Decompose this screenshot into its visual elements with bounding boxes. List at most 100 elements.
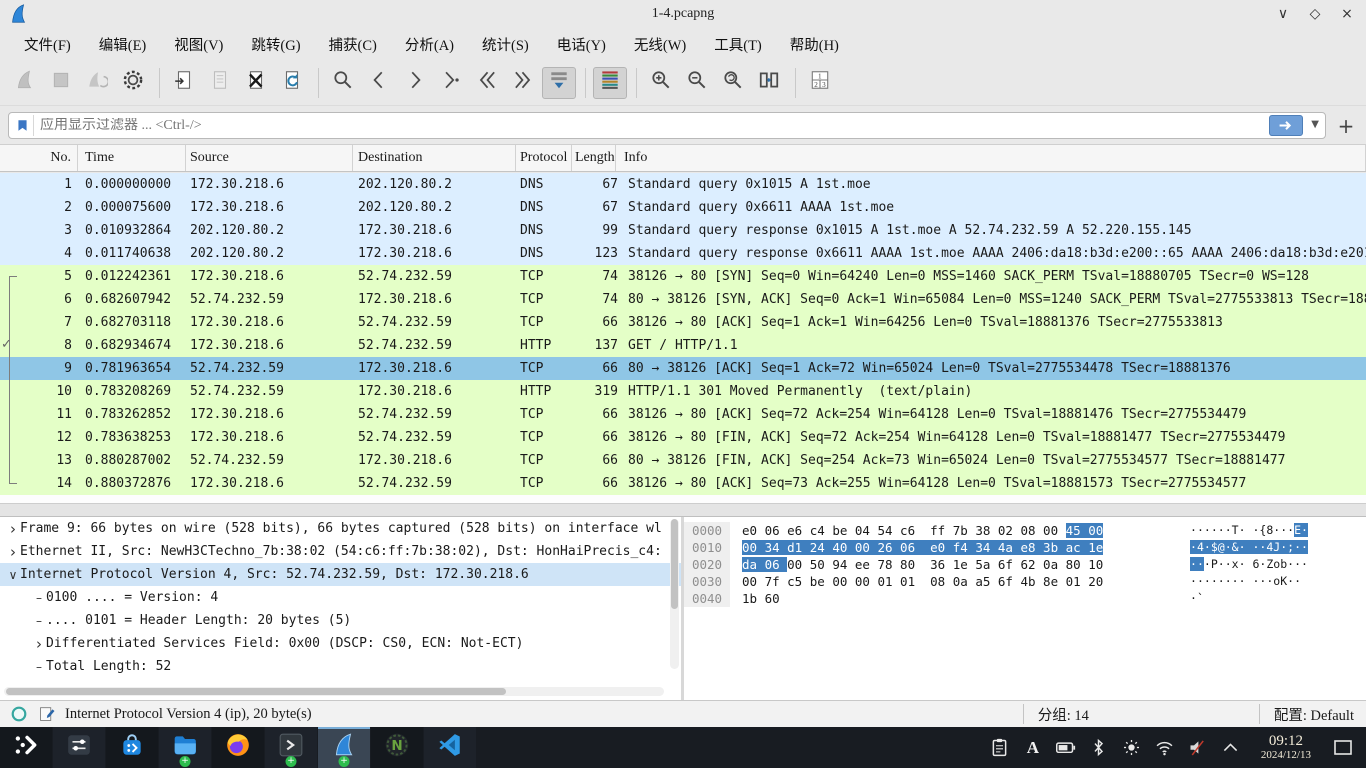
packet-row[interactable]: 90.78196365452.74.232.59172.30.218.6TCP6… [0, 357, 1366, 380]
horizontal-splitter[interactable] [0, 503, 1366, 517]
ascii-char[interactable]: · [1225, 523, 1232, 537]
column-header-protocol[interactable]: Protocol [516, 145, 572, 171]
packet-row[interactable]: 20.000075600172.30.218.6202.120.80.2DNS6… [0, 196, 1366, 219]
hex-byte[interactable]: 34 [765, 540, 788, 555]
hex-byte[interactable]: 04 [855, 523, 878, 538]
ascii-char[interactable]: · [1197, 574, 1204, 588]
packet-row[interactable]: 110.783262852172.30.218.652.74.232.59TCP… [0, 403, 1366, 426]
ascii-char[interactable]: · [1190, 540, 1197, 554]
taskbar-file-manager[interactable]: + [159, 727, 211, 768]
hex-byte[interactable]: 80 [1066, 557, 1089, 572]
hex-byte[interactable]: ac [1066, 540, 1089, 555]
hex-byte[interactable]: 06 [765, 523, 788, 538]
ascii-char[interactable]: · [1239, 523, 1246, 537]
menu-wireless[interactable]: 无线(W) [622, 30, 698, 59]
ascii-char[interactable]: · [1197, 557, 1204, 571]
hex-row[interactable]: 001000 34 d1 24 40 00 26 06 e0 f4 34 4a … [684, 539, 1366, 556]
packet-row[interactable]: 130.88028700252.74.232.59172.30.218.6TCP… [0, 449, 1366, 472]
hex-byte[interactable]: 10 [1088, 557, 1103, 572]
menu-telephony[interactable]: 电话(Y) [545, 30, 618, 59]
tray-volume-muted-icon[interactable] [1185, 735, 1211, 761]
hex-byte[interactable]: 4a [998, 540, 1021, 555]
menu-statistics[interactable]: 统计(S) [470, 30, 541, 59]
menu-capture[interactable]: 捕获(C) [317, 30, 389, 59]
column-header-destination[interactable]: Destination [353, 145, 516, 171]
hex-byte[interactable]: 62 [1020, 557, 1043, 572]
hex-byte[interactable]: 4b [1020, 574, 1043, 589]
ascii-char[interactable]: · [1190, 523, 1197, 537]
hex-byte[interactable]: 08 [930, 574, 953, 589]
hex-byte[interactable]: 00 [742, 574, 765, 589]
taskbar-firefox[interactable] [212, 727, 264, 768]
filter-dropdown-caret[interactable]: ▼ [1311, 119, 1319, 130]
hex-byte[interactable]: 5a [975, 557, 998, 572]
column-header-source[interactable]: Source [186, 145, 353, 171]
ascii-char[interactable]: · [1204, 574, 1211, 588]
resize-columns-button[interactable] [752, 67, 786, 99]
expander-open-icon[interactable]: ∨ [6, 568, 20, 582]
hex-byte[interactable]: 8e [1043, 574, 1066, 589]
tray-brightness-icon[interactable] [1119, 735, 1145, 761]
packet-row[interactable]: 30.010932864202.120.80.2172.30.218.6DNS9… [0, 219, 1366, 242]
hex-byte[interactable]: 50 [810, 557, 833, 572]
capture-comment-icon[interactable] [38, 706, 55, 723]
details-horizontal-scrollbar[interactable] [4, 687, 664, 696]
hex-byte[interactable]: 34 [975, 540, 998, 555]
hex-byte[interactable]: 6f [998, 574, 1021, 589]
ascii-char[interactable]: $ [1211, 540, 1218, 554]
hex-byte[interactable]: 20 [1088, 574, 1103, 589]
hex-byte[interactable]: 60 [765, 591, 788, 606]
taskbar-app-store[interactable] [106, 727, 158, 768]
packet-row[interactable]: 40.011740638202.120.80.2172.30.218.6DNS1… [0, 242, 1366, 265]
hex-byte[interactable]: 26 [877, 540, 900, 555]
column-header-no[interactable]: No. [0, 145, 78, 171]
hex-byte[interactable]: be [832, 523, 855, 538]
go-last-packet-button[interactable] [506, 67, 540, 99]
hex-byte[interactable]: e0 [930, 540, 953, 555]
hex-byte[interactable]: e6 [787, 523, 810, 538]
close-file-button[interactable] [239, 67, 273, 99]
taskbar-wireshark[interactable]: + [318, 727, 370, 768]
hex-byte[interactable]: e0 [742, 523, 765, 538]
tray-clipboard-icon[interactable] [987, 735, 1013, 761]
display-filter-field[interactable]: ▼ [8, 112, 1326, 139]
tray-collapse-icon[interactable] [1218, 735, 1244, 761]
packet-row[interactable]: 120.783638253172.30.218.652.74.232.59TCP… [0, 426, 1366, 449]
ascii-char[interactable] [1301, 574, 1308, 588]
hex-byte[interactable]: 36 [930, 557, 953, 572]
ascii-char[interactable]: · [1218, 523, 1225, 537]
hex-byte[interactable]: 06 [765, 557, 788, 572]
ascii-char[interactable]: · [1294, 540, 1301, 554]
hex-byte[interactable]: 45 [1066, 523, 1089, 538]
hex-byte[interactable]: 24 [810, 540, 833, 555]
hex-byte[interactable]: f4 [953, 540, 976, 555]
ascii-char[interactable]: · [1239, 540, 1246, 554]
hex-byte[interactable]: 3b [1043, 540, 1066, 555]
ascii-char[interactable]: · [1225, 557, 1232, 571]
apply-filter-button[interactable] [1269, 115, 1303, 136]
hex-byte[interactable]: 94 [832, 557, 855, 572]
ascii-char[interactable]: · [1218, 574, 1225, 588]
expander-closed-icon[interactable]: › [6, 520, 20, 538]
taskbar-terminal[interactable]: + [265, 727, 317, 768]
hex-byte[interactable]: 0a [953, 574, 976, 589]
expert-info-icon[interactable] [10, 705, 28, 723]
hex-byte[interactable]: 38 [975, 523, 998, 538]
hex-byte[interactable]: 6f [998, 557, 1021, 572]
ascii-char[interactable]: · [1232, 574, 1239, 588]
find-packet-button[interactable] [326, 67, 360, 99]
expander-closed-icon[interactable]: › [6, 543, 20, 561]
ascii-char[interactable]: T [1232, 523, 1239, 537]
hex-row[interactable]: 0020da 06 00 50 94 ee 78 80 36 1e 5a 6f … [684, 556, 1366, 573]
column-header-time[interactable]: Time [78, 145, 186, 171]
detail-line[interactable]: –.... 0101 = Header Length: 20 bytes (5) [0, 609, 681, 632]
detail-line[interactable]: ›Frame 9: 66 bytes on wire (528 bits), 6… [0, 517, 681, 540]
hex-row[interactable]: 00401b 60 ·` [684, 590, 1366, 607]
taskbar-neovim[interactable]: N [371, 727, 423, 768]
hex-byte[interactable]: c5 [787, 574, 810, 589]
ascii-char[interactable]: & [1232, 540, 1239, 554]
hex-byte[interactable]: e8 [1020, 540, 1043, 555]
menu-go[interactable]: 跳转(G) [239, 30, 312, 59]
hex-byte[interactable]: d1 [787, 540, 810, 555]
hex-byte[interactable]: be [810, 574, 833, 589]
